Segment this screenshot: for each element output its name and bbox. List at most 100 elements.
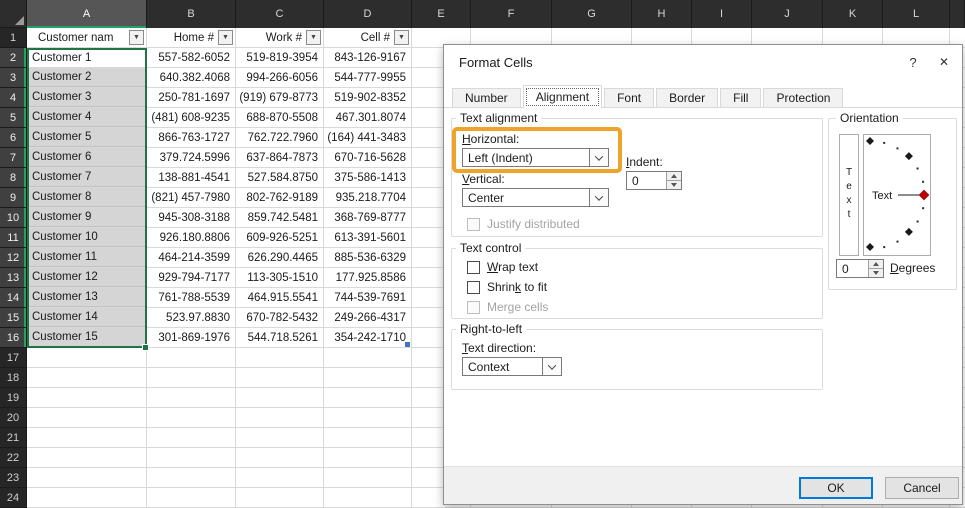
- row-header-7[interactable]: 7: [0, 148, 27, 168]
- cell-B3[interactable]: 640.382.4068: [148, 68, 235, 87]
- row-header-2[interactable]: 2: [0, 48, 27, 68]
- indent-spin-buttons[interactable]: [666, 172, 681, 189]
- checkbox-icon[interactable]: [467, 280, 480, 294]
- checkbox-icon[interactable]: [467, 260, 480, 274]
- spin-up-icon[interactable]: [869, 260, 883, 269]
- tab-alignment[interactable]: Alignment: [522, 85, 603, 109]
- cell-A12[interactable]: Customer 11: [28, 248, 146, 267]
- checkbox-icon[interactable]: [467, 300, 480, 314]
- row-header-8[interactable]: 8: [0, 168, 27, 188]
- cell-C11[interactable]: 609-926-5251: [237, 228, 323, 247]
- chevron-down-icon[interactable]: [589, 189, 608, 206]
- row-header-15[interactable]: 15: [0, 308, 27, 328]
- wrap-text-checkbox[interactable]: Wrap text: [467, 260, 538, 274]
- cell-C14[interactable]: 464.915.5541: [237, 288, 323, 307]
- cell-A6[interactable]: Customer 5: [28, 128, 146, 147]
- cell-C3[interactable]: 994-266-6056: [237, 68, 323, 87]
- filter-button-B[interactable]: ▼: [218, 30, 233, 45]
- spin-down-icon[interactable]: [869, 269, 883, 277]
- cell-C10[interactable]: 859.742.5481: [237, 208, 323, 227]
- column-header-D[interactable]: D: [324, 0, 412, 28]
- row-header-22[interactable]: 22: [0, 448, 27, 468]
- cell-A8[interactable]: Customer 7: [28, 168, 146, 187]
- cell-A3[interactable]: Customer 2: [28, 68, 146, 87]
- cell-B8[interactable]: 138-881-4541: [148, 168, 235, 187]
- cell-B9[interactable]: (821) 457-7980: [148, 188, 235, 207]
- cell-B5[interactable]: (481) 608-9235: [148, 108, 235, 127]
- column-header-I[interactable]: I: [692, 0, 752, 28]
- shrink-to-fit-checkbox[interactable]: Shrink to fit: [467, 280, 547, 294]
- column-header-G[interactable]: G: [552, 0, 632, 28]
- row-header-12[interactable]: 12: [0, 248, 27, 268]
- select-all-corner[interactable]: [0, 0, 27, 28]
- horizontal-dropdown[interactable]: Left (Indent): [462, 148, 609, 167]
- cell-C7[interactable]: 637-864-7873: [237, 148, 323, 167]
- cell-B4[interactable]: 250-781-1697: [148, 88, 235, 107]
- cell-D9[interactable]: 935.218.7704: [325, 188, 411, 207]
- cell-C15[interactable]: 670-782-5432: [237, 308, 323, 327]
- filter-button-A[interactable]: ▼: [129, 30, 144, 45]
- vertical-dropdown[interactable]: Center: [462, 188, 609, 207]
- cell-B7[interactable]: 379.724.5996: [148, 148, 235, 167]
- cell-C8[interactable]: 527.584.8750: [237, 168, 323, 187]
- column-header-B[interactable]: B: [147, 0, 236, 28]
- cancel-button[interactable]: Cancel: [885, 477, 959, 499]
- cell-D8[interactable]: 375-586-1413: [325, 168, 411, 187]
- row-header-19[interactable]: 19: [0, 388, 27, 408]
- cell-A2[interactable]: Customer 1: [28, 48, 146, 67]
- cell-B10[interactable]: 945-308-3188: [148, 208, 235, 227]
- tab-font[interactable]: Font: [604, 88, 655, 108]
- indent-spinner[interactable]: 0: [626, 171, 682, 190]
- cell-D14[interactable]: 744-539-7691: [325, 288, 411, 307]
- degrees-spin-buttons[interactable]: [868, 260, 883, 277]
- tab-protection[interactable]: Protection: [763, 88, 844, 108]
- cell-D11[interactable]: 613-391-5601: [325, 228, 411, 247]
- row-header-14[interactable]: 14: [0, 288, 27, 308]
- help-icon[interactable]: ?: [902, 51, 924, 73]
- row-header-17[interactable]: 17: [0, 348, 27, 368]
- tab-number[interactable]: Number: [452, 88, 521, 108]
- row-header-18[interactable]: 18: [0, 368, 27, 388]
- row-header-3[interactable]: 3: [0, 68, 27, 88]
- row-header-6[interactable]: 6: [0, 128, 27, 148]
- column-header-A[interactable]: A: [27, 0, 147, 28]
- cell-D16[interactable]: 354-242-1710: [325, 328, 411, 347]
- row-header-21[interactable]: 21: [0, 428, 27, 448]
- column-header-F[interactable]: F: [471, 0, 552, 28]
- filter-button-D[interactable]: ▼: [394, 30, 409, 45]
- text-direction-dropdown[interactable]: Context: [462, 357, 562, 376]
- cell-B14[interactable]: 761-788-5539: [148, 288, 235, 307]
- degrees-spinner[interactable]: 0: [836, 259, 884, 278]
- cell-A16[interactable]: Customer 15: [28, 328, 146, 347]
- cell-A15[interactable]: Customer 14: [28, 308, 146, 327]
- cell-D2[interactable]: 843-126-9167: [325, 48, 411, 67]
- cell-B12[interactable]: 464-214-3599: [148, 248, 235, 267]
- cell-B11[interactable]: 926.180.8806: [148, 228, 235, 247]
- cell-A10[interactable]: Customer 9: [28, 208, 146, 227]
- cell-A11[interactable]: Customer 10: [28, 228, 146, 247]
- cell-D10[interactable]: 368-769-8777: [325, 208, 411, 227]
- row-header-4[interactable]: 4: [0, 88, 27, 108]
- column-header-E[interactable]: E: [412, 0, 471, 28]
- orientation-dial[interactable]: Text: [863, 134, 931, 256]
- row-header-20[interactable]: 20: [0, 408, 27, 428]
- row-header-11[interactable]: 11: [0, 228, 27, 248]
- cell-C4[interactable]: (919) 679-8773: [237, 88, 323, 107]
- chevron-down-icon[interactable]: [542, 358, 561, 375]
- spin-down-icon[interactable]: [667, 181, 681, 189]
- cell-A4[interactable]: Customer 3: [28, 88, 146, 107]
- row-header-13[interactable]: 13: [0, 268, 27, 288]
- vertical-text-preview[interactable]: Text: [839, 134, 859, 256]
- cell-A5[interactable]: Customer 4: [28, 108, 146, 127]
- cell-B16[interactable]: 301-869-1976: [148, 328, 235, 347]
- cell-A13[interactable]: Customer 12: [28, 268, 146, 287]
- selection-fill-handle[interactable]: [142, 344, 149, 351]
- row-header-10[interactable]: 10: [0, 208, 27, 228]
- column-header-J[interactable]: J: [752, 0, 823, 28]
- justify-distributed-checkbox[interactable]: Justify distributed: [467, 217, 580, 231]
- column-header-L[interactable]: L: [883, 0, 950, 28]
- cell-C2[interactable]: 519-819-3954: [237, 48, 323, 67]
- cell-D3[interactable]: 544-777-9955: [325, 68, 411, 87]
- row-header-9[interactable]: 9: [0, 188, 27, 208]
- row-header-16[interactable]: 16: [0, 328, 27, 348]
